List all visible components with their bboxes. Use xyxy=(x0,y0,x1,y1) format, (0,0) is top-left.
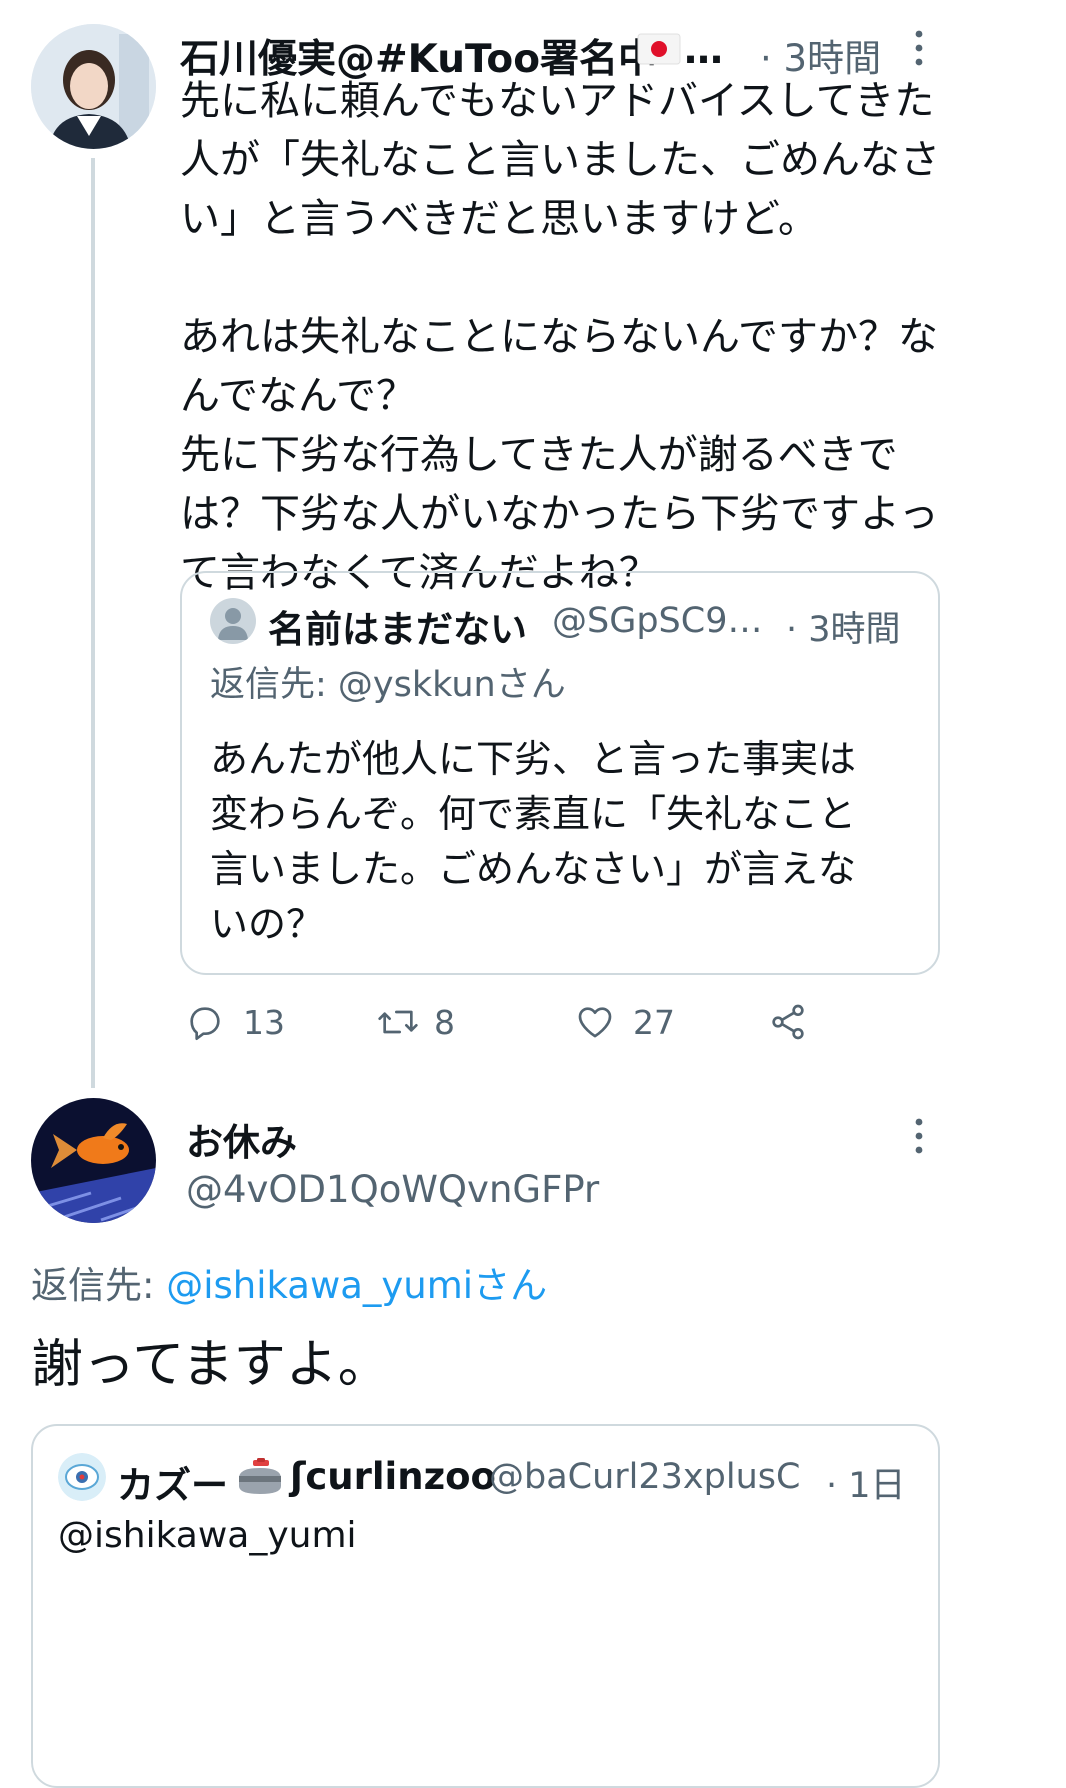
reply-mention-link[interactable]: @ishikawa_yumiさん xyxy=(166,1264,547,1307)
curling-stone-icon xyxy=(235,1456,285,1500)
name-ellipsis: … xyxy=(684,28,723,73)
author-handle[interactable]: @4vOD1QoWQvnGFPr xyxy=(186,1168,599,1211)
quoted-author-handle[interactable]: @baCurl23xplusC xyxy=(489,1457,800,1497)
share-button[interactable] xyxy=(768,1002,808,1042)
retweet-count: 8 xyxy=(434,1002,455,1042)
quoted-author-name[interactable]: カズー xyxy=(117,1455,228,1509)
flag-japan-icon xyxy=(637,33,681,69)
default-avatar-icon xyxy=(210,598,256,644)
tweet-body: 先に私に頼んでもないアドバイスしてきた 人が「失礼なこと言いました、ごめんなさ … xyxy=(180,78,940,596)
avatar[interactable] xyxy=(31,24,156,149)
quoted-author-name-suffix[interactable]: ʃcurlinzoo xyxy=(290,1455,496,1498)
like-button[interactable]: 27 xyxy=(575,1002,675,1042)
retweet-button[interactable]: 8 xyxy=(376,1002,455,1042)
reply-button[interactable]: 13 xyxy=(185,1002,285,1042)
quoted-timestamp: · 3時間 xyxy=(786,610,901,650)
avatar xyxy=(58,1453,106,1501)
quoted-author-name[interactable]: 名前はまだない xyxy=(268,599,527,653)
thread-line xyxy=(91,158,95,1088)
like-count: 27 xyxy=(633,1002,675,1042)
reply-icon xyxy=(185,1002,225,1042)
more-options-icon[interactable] xyxy=(911,1116,927,1160)
heart-icon xyxy=(575,1002,615,1042)
retweet-icon xyxy=(376,1002,420,1042)
reply-prefix: 返信先: xyxy=(31,1264,167,1307)
avatar[interactable] xyxy=(31,1098,156,1223)
quoted-tweet-body: @ishikawa_yumi xyxy=(58,1515,357,1556)
author-name[interactable]: お休み xyxy=(186,1112,297,1166)
reply-count: 13 xyxy=(243,1002,285,1042)
quoted-timestamp: · 1日 xyxy=(826,1466,906,1506)
more-options-icon[interactable] xyxy=(911,28,927,72)
share-icon xyxy=(768,1002,808,1042)
quoted-author-handle[interactable]: @SGpSC9… xyxy=(552,601,762,641)
tweet-body: 謝ってますよ。 xyxy=(31,1335,390,1395)
reply-context: 返信先: @ishikawa_yumiさん xyxy=(31,1255,547,1309)
quoted-tweet-body: あんたが他人に下劣、と言った事実は 変わらんぞ。何で素直に「失礼なこと 言いまし… xyxy=(210,737,857,946)
quoted-reply-label[interactable]: 返信先: @yskkunさん xyxy=(210,656,566,707)
